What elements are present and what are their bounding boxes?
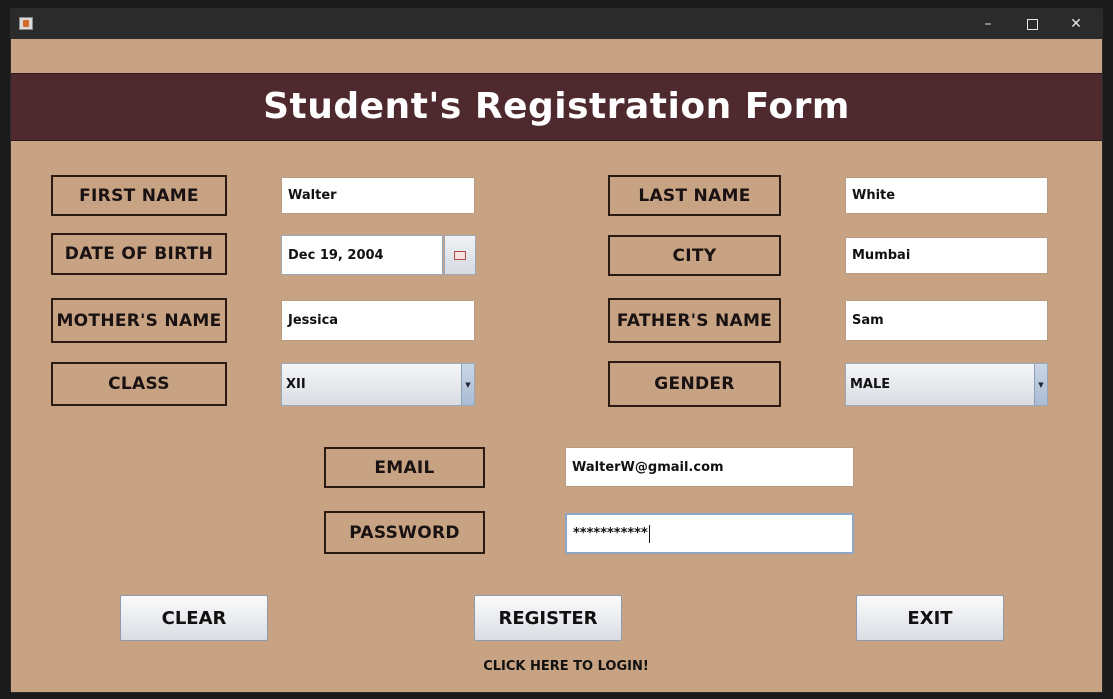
city-field[interactable]: Mumbai xyxy=(845,237,1048,274)
exit-button[interactable]: EXIT xyxy=(856,595,1004,641)
fathers-name-label: FATHER'S NAME xyxy=(608,298,781,343)
email-label: EMAIL xyxy=(324,447,485,488)
mothers-name-label: MOTHER'S NAME xyxy=(51,298,227,343)
text-cursor xyxy=(648,524,650,543)
form-title: Student's Registration Form xyxy=(263,86,850,127)
first-name-label: FIRST NAME xyxy=(51,175,227,216)
first-name-field[interactable]: Walter xyxy=(281,177,475,214)
password-field[interactable]: *********** xyxy=(565,513,854,554)
class-select-value: XII xyxy=(286,377,306,392)
class-select[interactable]: XII ▼ xyxy=(281,363,475,406)
gender-label: GENDER xyxy=(608,361,781,407)
email-field[interactable]: WalterW@gmail.com xyxy=(565,447,854,487)
gender-select[interactable]: MALE ▼ xyxy=(845,363,1048,406)
last-name-field[interactable]: White xyxy=(845,177,1048,214)
app-window: – ✕ Student's Registration Form FIRST NA… xyxy=(10,8,1103,693)
register-button[interactable]: REGISTER xyxy=(474,595,622,641)
maximize-icon xyxy=(1026,18,1038,30)
city-label: CITY xyxy=(608,235,781,276)
password-label: PASSWORD xyxy=(324,511,485,554)
clear-button[interactable]: CLEAR xyxy=(120,595,268,641)
login-link[interactable]: CLICK HERE TO LOGIN! xyxy=(451,659,681,674)
header-banner: Student's Registration Form xyxy=(11,73,1102,141)
password-value: *********** xyxy=(573,526,648,541)
close-button[interactable]: ✕ xyxy=(1054,9,1098,39)
last-name-label: LAST NAME xyxy=(608,175,781,216)
date-of-birth-label: DATE OF BIRTH xyxy=(51,233,227,275)
java-cup-icon xyxy=(19,17,33,30)
title-bar: – ✕ xyxy=(11,9,1102,39)
mothers-name-field[interactable]: Jessica xyxy=(281,300,475,341)
date-of-birth-field[interactable]: Dec 19, 2004 xyxy=(281,235,443,275)
maximize-button[interactable] xyxy=(1010,9,1054,39)
chevron-down-icon[interactable]: ▼ xyxy=(461,364,474,405)
chevron-down-icon[interactable]: ▼ xyxy=(1034,364,1047,405)
calendar-icon xyxy=(454,250,466,260)
date-picker-button[interactable] xyxy=(444,235,476,275)
class-label: CLASS xyxy=(51,362,227,406)
fathers-name-field[interactable]: Sam xyxy=(845,300,1048,341)
minimize-button[interactable]: – xyxy=(966,9,1010,39)
gender-select-value: MALE xyxy=(850,377,891,392)
